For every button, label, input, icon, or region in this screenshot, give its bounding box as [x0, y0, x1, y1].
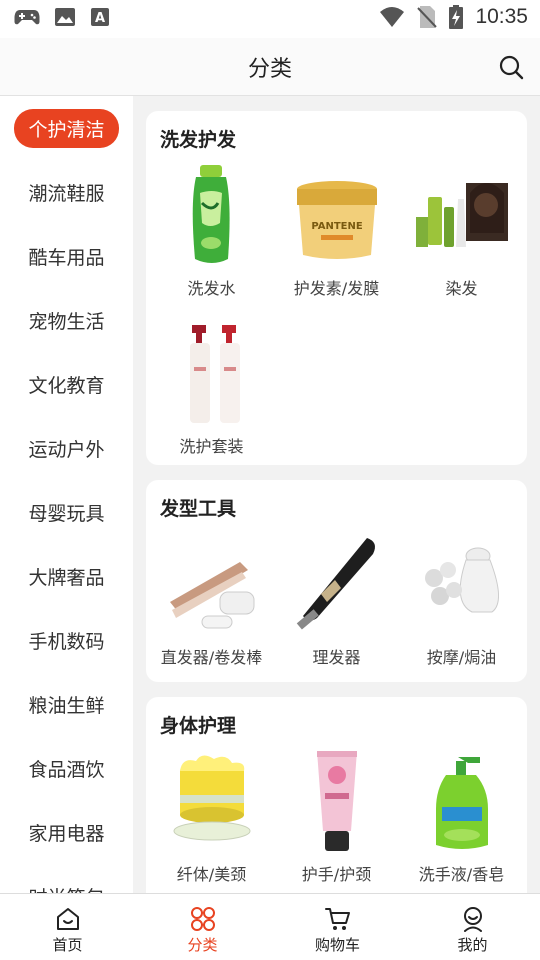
sidebar-item-label: 个护清洁	[14, 108, 119, 148]
product-label: 护发素/发膜	[293, 279, 380, 298]
product-label: 洗护套装	[179, 437, 244, 456]
gamepad-icon	[14, 10, 40, 25]
bottom-nav: 首页 分类 购物车 我的	[0, 893, 540, 960]
scalp-massager-icon	[424, 547, 499, 613]
status-time: 10:35	[475, 5, 528, 28]
product-conditioner-mask[interactable]: PANTENE 护发素/发膜	[273, 163, 400, 299]
section-title: 洗发护发	[160, 129, 237, 151]
home-icon	[56, 908, 79, 930]
sidebar-item-label: 大牌奢品	[28, 566, 105, 589]
product-hair-clipper[interactable]: 理发器	[273, 532, 400, 668]
product-massage-oil[interactable]: 按摩/焗油	[398, 532, 525, 668]
sidebar-item-label: 潮流鞋服	[28, 182, 105, 205]
sidebar-item-home-appliances[interactable]: 家用电器	[0, 800, 133, 864]
section-title: 发型工具	[160, 498, 237, 520]
wifi-icon	[380, 7, 405, 27]
svg-text:A: A	[95, 11, 105, 26]
search-icon[interactable]	[498, 54, 524, 80]
category-grid-icon	[190, 907, 215, 931]
text-a-icon: A	[91, 8, 109, 26]
product-label: 纤体/美颈	[176, 865, 247, 884]
product-hair-dye[interactable]: 染发	[398, 163, 525, 299]
sidebar-item-label: 粮油生鲜	[28, 694, 105, 717]
battery-charging-icon	[449, 5, 464, 29]
hair-straightener-icon	[169, 562, 254, 629]
sidebar-item-food-drinks[interactable]: 食品酒饮	[0, 736, 133, 800]
sidebar-item-label: 时尚箱包	[28, 883, 104, 894]
sidebar-item-grain-fresh[interactable]: 粮油生鲜	[0, 672, 133, 736]
tab-category[interactable]: 分类	[135, 894, 270, 960]
product-slimming-neck[interactable]: 纤体/美颈	[148, 749, 275, 885]
top-bar: 分类	[0, 38, 540, 96]
product-hand-neck-care[interactable]: 护手/护颈	[273, 749, 400, 885]
sidebar-item-fashion-bags[interactable]: 时尚箱包	[0, 864, 133, 894]
sidebar-item-label: 宠物生活	[28, 310, 105, 333]
product-wash-care-set[interactable]: 洗护套装	[148, 321, 275, 457]
svg-text:PANTENE: PANTENE	[311, 221, 363, 232]
tab-label: 首页	[52, 936, 83, 954]
sidebar-item-culture-education[interactable]: 文化教育	[0, 352, 133, 416]
tab-cart[interactable]: 购物车	[270, 894, 405, 960]
hair-dye-kit-icon	[415, 183, 508, 247]
product-straightener-curler[interactable]: 直发器/卷发棒	[148, 532, 275, 668]
sidebar-item-label: 母婴玩具	[28, 502, 105, 525]
product-label: 按摩/焗油	[426, 648, 497, 667]
sidebar-item-baby-toys[interactable]: 母婴玩具	[0, 480, 133, 544]
section-card-hair-tools: 发型工具 直发器/卷发棒 理发器 按摩/焗油	[146, 480, 527, 682]
category-content[interactable]: 洗发护发 洗发水 PANTENE 护发素/发膜 染发 洗护套装 发型工具 直发器…	[133, 96, 540, 893]
product-handwash-soap[interactable]: 洗手液/香皂	[398, 749, 525, 885]
status-bar: A 10:35	[0, 0, 540, 38]
tab-label: 我的	[457, 936, 488, 954]
sidebar-item-personal-care[interactable]: 个护清洁	[0, 96, 133, 160]
pump-bottles-icon	[189, 325, 240, 423]
tab-profile[interactable]: 我的	[405, 894, 540, 960]
product-label: 护手/护颈	[301, 865, 372, 884]
cart-icon	[324, 908, 350, 930]
no-sim-icon	[417, 6, 438, 28]
section-title: 身体护理	[160, 715, 237, 737]
product-label: 直发器/卷发棒	[160, 648, 263, 667]
hair-clipper-icon	[296, 538, 375, 630]
tab-home[interactable]: 首页	[0, 894, 135, 960]
sidebar-item-label: 酷车用品	[28, 246, 105, 269]
hair-mask-jar-icon: PANTENE	[296, 181, 377, 259]
product-label: 洗发水	[187, 279, 236, 298]
product-label: 洗手液/香皂	[418, 865, 505, 884]
section-card-body-care: 身体护理 纤体/美颈 护手/护颈 洗手液/香皂	[146, 697, 527, 893]
sidebar-item-label: 食品酒饮	[28, 758, 105, 781]
sidebar-item-fashion-apparel[interactable]: 潮流鞋服	[0, 160, 133, 224]
tab-label: 分类	[187, 936, 218, 954]
hand-cream-tube-icon	[316, 751, 357, 851]
sidebar-item-car-accessories[interactable]: 酷车用品	[0, 224, 133, 288]
sidebar-item-label: 家用电器	[28, 822, 105, 845]
shampoo-bottle-icon	[192, 165, 230, 263]
sidebar-item-label: 手机数码	[28, 630, 105, 653]
image-icon	[55, 8, 75, 26]
section-card-hair-care: 洗发护发 洗发水 PANTENE 护发素/发膜 染发 洗护套装	[146, 111, 527, 465]
sidebar-item-pet-life[interactable]: 宠物生活	[0, 288, 133, 352]
sidebar-item-sports-outdoor[interactable]: 运动户外	[0, 416, 133, 480]
sidebar-item-phones-digital[interactable]: 手机数码	[0, 608, 133, 672]
product-label: 染发	[445, 279, 478, 298]
page-title: 分类	[247, 57, 292, 82]
profile-icon	[463, 907, 482, 932]
product-label: 理发器	[312, 648, 361, 667]
sidebar-item-luxury-brands[interactable]: 大牌奢品	[0, 544, 133, 608]
cream-jar-icon	[173, 755, 250, 841]
sidebar-item-label: 运动户外	[28, 438, 105, 461]
product-shampoo[interactable]: 洗发水	[148, 163, 275, 299]
sidebar-item-label: 文化教育	[28, 374, 105, 397]
tab-label: 购物车	[314, 936, 360, 954]
category-sidebar[interactable]: 个护清洁 潮流鞋服 酷车用品 宠物生活 文化教育 运动户外 母婴玩具 大牌奢品 …	[0, 96, 133, 893]
hand-soap-bottle-icon	[435, 757, 488, 849]
